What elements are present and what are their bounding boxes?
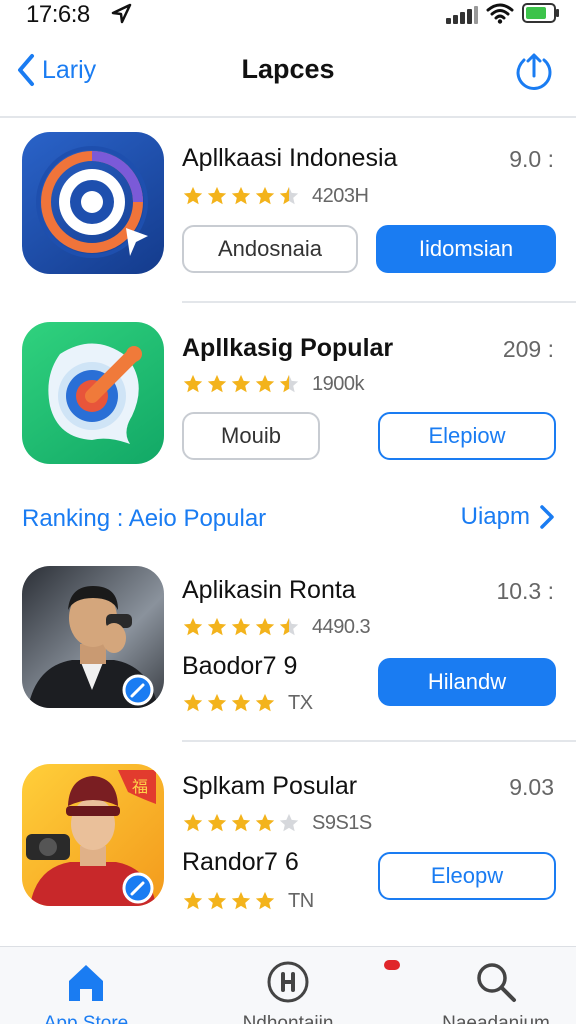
app-value: 9.0 : — [509, 146, 554, 172]
tab-search[interactable]: Naeadanium — [416, 947, 576, 1024]
notification-badge — [384, 960, 400, 970]
star-icon — [183, 693, 203, 712]
row-divider — [182, 301, 576, 303]
rating-count: 4203H — [312, 184, 369, 207]
app-name: Apllkaasi Indonesia — [182, 144, 398, 172]
wifi-icon — [486, 3, 514, 24]
app-primary-button[interactable]: Elepiow — [378, 412, 556, 460]
app-icon-indonesia[interactable] — [22, 132, 164, 274]
star-icon — [255, 186, 275, 205]
search-icon — [477, 963, 516, 1002]
rating-stars: 4490.3 — [182, 615, 371, 638]
star-icon — [207, 813, 227, 832]
developer-name: Baodor7 9 — [182, 652, 298, 680]
header-divider — [0, 116, 576, 118]
star-icon — [231, 813, 251, 832]
tab-label: Naeadanium — [442, 1013, 550, 1024]
svg-text:福: 福 — [132, 778, 148, 796]
app-secondary-button[interactable]: Andosnaia — [182, 225, 358, 273]
star-icon — [207, 891, 227, 910]
rating-count: 1900k — [312, 372, 365, 395]
app-primary-button[interactable]: Iidomsian — [376, 225, 556, 273]
person-photo-icon: 福 — [26, 770, 156, 906]
star-icon — [207, 186, 227, 205]
compass-logo-icon — [48, 343, 142, 444]
rating-stars: S9S1S — [182, 812, 372, 834]
row-divider — [182, 740, 576, 742]
app-icon-ronta[interactable] — [22, 566, 164, 708]
share-icon[interactable] — [512, 48, 556, 92]
ranked-row-2[interactable]: 福 Splkam Posular 9.03 S9S1S Randor7 6 TN… — [0, 760, 576, 930]
home-icon — [69, 965, 103, 1001]
cellular-signal-icon — [446, 6, 478, 24]
star-icon — [183, 813, 203, 832]
star-icon — [255, 891, 275, 910]
tab-apps[interactable]: Ndhontaiin — [208, 947, 368, 1024]
developer-rating: TX — [182, 692, 313, 714]
app-value: 209 : — [502, 336, 554, 362]
star-icon — [255, 617, 275, 636]
developer-name: Randor7 6 — [182, 848, 299, 876]
star-icon — [255, 813, 275, 832]
see-all-label: Uiapm — [460, 503, 530, 530]
star-empty-icon — [279, 813, 299, 832]
developer-rating-label: TN — [288, 889, 314, 912]
developer-rating-label: TX — [288, 691, 313, 714]
app-value: 9.03 — [509, 774, 554, 800]
star-icon — [231, 617, 251, 636]
target-logo-icon — [36, 146, 148, 258]
battery-icon — [522, 3, 559, 23]
person-photo-icon — [28, 586, 158, 708]
app-primary-button[interactable]: Hilandw — [378, 658, 556, 706]
developer-rating: TN — [182, 890, 314, 912]
app-icon-posular[interactable]: 福 — [22, 764, 164, 906]
app-name: Apllkasig Popular — [182, 334, 394, 362]
star-icon — [231, 374, 251, 393]
app-primary-button[interactable]: Eleopw — [378, 852, 556, 900]
app-icon-popular[interactable] — [22, 322, 164, 464]
tab-label: App Store — [43, 1013, 129, 1024]
rating-stars: 1900k — [182, 372, 365, 395]
star-icon — [231, 891, 251, 910]
app-row-2[interactable]: Apllkasig Popular 209 : 1900k Mouib Elep… — [0, 320, 576, 480]
app-circle-icon — [267, 961, 309, 1003]
app-secondary-button[interactable]: Mouib — [182, 412, 320, 460]
app-row-1[interactable]: Apllkaasi Indonesia 9.0 : 4203H Andosnai… — [0, 130, 576, 290]
rating-count: 4490.3 — [312, 615, 371, 638]
star-half-icon — [279, 617, 299, 636]
location-arrow-icon — [111, 3, 132, 24]
ranked-row-1[interactable]: Aplikasin Ronta 10.3 : 4490.3 Baodor7 9 … — [0, 564, 576, 734]
star-icon — [207, 374, 227, 393]
tab-label: Ndhontaiin — [242, 1013, 334, 1024]
app-value: 10.3 : — [496, 578, 554, 604]
star-half-icon — [279, 186, 299, 205]
star-icon — [183, 186, 203, 205]
status-time: 17:6:8 — [26, 1, 90, 28]
star-icon — [231, 693, 251, 712]
star-half-icon — [279, 374, 299, 393]
section-title: Ranking : Aeio Popular — [22, 505, 267, 532]
star-icon — [183, 374, 203, 393]
app-name: Splkam Posular — [182, 772, 358, 800]
see-all-link[interactable]: Uiapm — [461, 503, 556, 531]
star-icon — [183, 891, 203, 910]
chevron-right-icon — [540, 505, 554, 529]
star-icon — [231, 186, 251, 205]
star-icon — [255, 693, 275, 712]
tab-app-store[interactable]: App Store — [6, 947, 166, 1024]
rating-stars: 4203H — [182, 184, 369, 207]
star-icon — [207, 617, 227, 636]
star-icon — [207, 693, 227, 712]
star-icon — [255, 374, 275, 393]
page-title: Lapces — [241, 54, 335, 84]
status-bar: 17:6:8 — [0, 0, 576, 30]
rating-count: S9S1S — [312, 811, 372, 834]
tab-bar: App Store Ndhontaiin Naeadanium — [0, 946, 576, 1024]
app-name: Aplikasin Ronta — [182, 576, 356, 604]
star-icon — [183, 617, 203, 636]
